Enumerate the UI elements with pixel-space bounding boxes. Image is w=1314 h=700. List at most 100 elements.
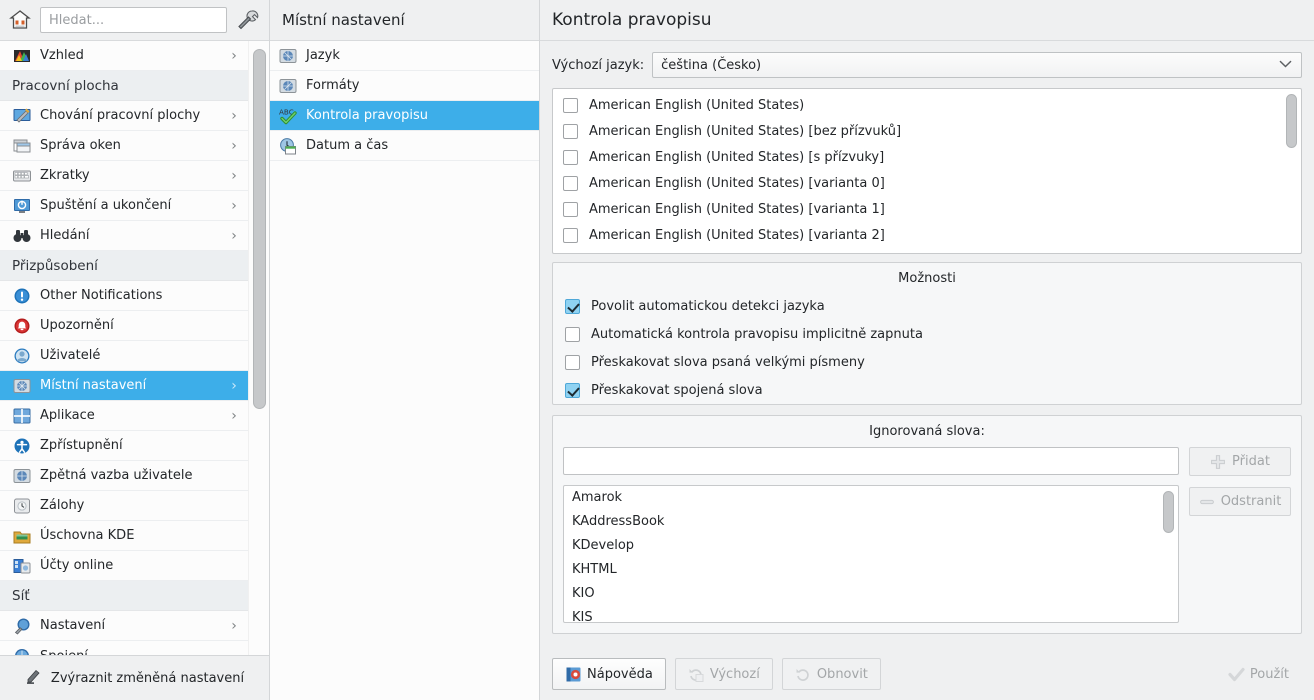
sidebar-item-mistni-nastaveni[interactable]: Místní nastavení › (0, 371, 249, 401)
ignored-word-item[interactable]: Amarok (564, 486, 1178, 510)
home-icon[interactable] (8, 8, 32, 32)
dictionary-checkbox[interactable] (563, 149, 578, 165)
option-row-skip-uppercase[interactable]: Přeskakovat slova psaná velkými písmeny (553, 348, 1301, 376)
sidebar-item-zalohy[interactable]: Zálohy (0, 491, 249, 521)
sidebar-item-spojeni[interactable]: Spojení (0, 641, 249, 655)
sidebar-item-label: Účty online (40, 558, 114, 573)
sidebar-item-chovani-pracovni-plochy[interactable]: Chování pracovní plochy › (0, 101, 249, 131)
sidebar-item-spusteni-a-ukonceni[interactable]: Spuštění a ukončení › (0, 191, 249, 221)
sidebar-scrollbar[interactable] (248, 41, 269, 655)
option-checkbox[interactable] (565, 354, 580, 370)
apply-label: Použít (1249, 666, 1289, 682)
help-icon (565, 666, 581, 682)
reset-label: Obnovit (816, 666, 868, 682)
formats-icon (278, 76, 298, 96)
sidebar-item-label: Other Notifications (40, 288, 163, 303)
reset-undo-icon (795, 666, 811, 682)
module-column: Místní nastavení Jazyk Formáty ABC Kontr… (270, 0, 540, 700)
ignored-word-input[interactable] (564, 448, 1178, 474)
sidebar-item-uzivatele[interactable]: Uživatelé (0, 341, 249, 371)
sidebar-item-aplikace[interactable]: Aplikace › (0, 401, 249, 431)
window-management-icon (12, 136, 32, 156)
dictionary-scrollbar-thumb[interactable] (1286, 94, 1297, 148)
dictionary-row[interactable]: American English (United States) (553, 92, 1301, 118)
sidebar-item-vzhled[interactable]: Vzhled › (0, 41, 249, 71)
sidebar-scrollbar-thumb[interactable] (253, 49, 266, 409)
sidebar-item-hledani[interactable]: Hledání › (0, 221, 249, 251)
add-word-button[interactable]: Přidat (1189, 447, 1291, 476)
sidebar-item-zpristupneni[interactable]: Zpřístupnění (0, 431, 249, 461)
dictionary-checkbox[interactable] (563, 254, 578, 255)
sidebar-item-ucty-online[interactable]: Účty online (0, 551, 249, 581)
dictionary-list[interactable]: American English (United States) America… (552, 88, 1302, 254)
dictionary-row[interactable]: American English (United States) [bez př… (553, 118, 1301, 144)
module-item-datum-a-cas[interactable]: Datum a čas (270, 131, 539, 161)
ignored-words-left: Amarok KAddressBook KDevelop KHTML KIO K… (563, 447, 1179, 623)
ignored-word-item[interactable]: KAddressBook (564, 510, 1178, 534)
sidebar-nav-list: Vzhled › Pracovní plocha Chování pracovn… (0, 41, 249, 655)
option-checkbox[interactable] (565, 326, 580, 342)
help-button[interactable]: Nápověda (552, 658, 666, 690)
dictionary-row[interactable]: American English (United States) [varian… (553, 170, 1301, 196)
sidebar-item-other-notifications[interactable]: Other Notifications (0, 281, 249, 311)
option-checkbox[interactable] (565, 382, 580, 398)
option-row-auto-detect[interactable]: Povolit automatickou detekci jazyka (553, 292, 1301, 320)
footer-button-bar: Nápověda Výchozí Obnovit Použít (540, 648, 1314, 700)
ignored-word-field[interactable] (563, 447, 1179, 475)
dictionary-checkbox[interactable] (563, 175, 578, 191)
ignored-words-scrollbar[interactable] (1160, 487, 1177, 621)
remove-word-button[interactable]: Odstranit (1189, 487, 1291, 516)
dictionary-checkbox[interactable] (563, 227, 578, 243)
startup-shutdown-icon (12, 196, 32, 216)
chevron-down-icon[interactable] (1279, 58, 1292, 73)
module-item-formaty[interactable]: Formáty (270, 71, 539, 101)
sidebar-item-label: Upozornění (40, 318, 114, 333)
option-checkbox[interactable] (565, 298, 580, 314)
default-language-row: Výchozí jazyk: čeština (Česko) (552, 51, 1302, 79)
ignored-word-item[interactable]: KIS (564, 606, 1178, 622)
ignored-words-scrollbar-thumb[interactable] (1163, 491, 1174, 533)
dictionary-checkbox[interactable] (563, 97, 578, 113)
highlight-changed-settings-bar[interactable]: Zvýraznit změněná nastavení (0, 655, 269, 700)
search-field[interactable] (40, 7, 227, 33)
option-row-skip-runtogether[interactable]: Přeskakovat spojená slova (553, 376, 1301, 404)
dictionary-row[interactable]: American English (United States) [varian… (553, 196, 1301, 222)
sidebar-item-label: Zálohy (40, 498, 85, 513)
wrench-icon[interactable] (235, 8, 261, 32)
applications-icon (12, 406, 32, 426)
module-item-kontrola-pravopisu[interactable]: ABC Kontrola pravopisu (270, 101, 539, 131)
chevron-right-icon: › (231, 197, 237, 214)
dictionary-row[interactable]: Australian English (Australia) (553, 248, 1301, 255)
reset-button[interactable]: Obnovit (781, 658, 881, 690)
defaults-button[interactable]: Výchozí (674, 658, 773, 690)
network-settings-icon (12, 616, 32, 636)
dictionary-checkbox[interactable] (563, 123, 578, 139)
search-binoculars-icon (12, 226, 32, 246)
sidebar-item-zpetna-vazba-uzivatele[interactable]: Zpětná vazba uživatele (0, 461, 249, 491)
ignored-words-list[interactable]: Amarok KAddressBook KDevelop KHTML KIO K… (563, 485, 1179, 623)
default-language-combobox[interactable]: čeština (Česko) (652, 52, 1302, 78)
module-item-label: Formáty (306, 78, 360, 93)
sidebar-item-upozorneni[interactable]: Upozornění (0, 311, 249, 341)
dictionary-scrollbar[interactable] (1283, 90, 1300, 252)
sidebar-item-zkratky[interactable]: Zkratky › (0, 161, 249, 191)
module-item-label: Jazyk (306, 48, 340, 63)
ignored-word-item[interactable]: KDevelop (564, 534, 1178, 558)
apply-button[interactable]: Použít (1215, 658, 1302, 690)
option-label: Přeskakovat slova psaná velkými písmeny (591, 354, 865, 370)
ignored-word-item[interactable]: KHTML (564, 558, 1178, 582)
dictionary-row[interactable]: American English (United States) [s příz… (553, 144, 1301, 170)
sidebar-item-nastaveni[interactable]: Nastavení › (0, 611, 249, 641)
dictionary-checkbox[interactable] (563, 201, 578, 217)
sidebar-item-sprava-oken[interactable]: Správa oken › (0, 131, 249, 161)
highlight-changed-settings-label: Zvýraznit změněná nastavení (50, 670, 245, 686)
dictionary-label: American English (United States) [s příz… (589, 149, 885, 165)
sidebar-item-label: Zkratky (40, 168, 90, 183)
dictionary-row[interactable]: American English (United States) [varian… (553, 222, 1301, 248)
ignored-word-item[interactable]: KIO (564, 582, 1178, 606)
sidebar-item-uschovna-kde[interactable]: Úschovna KDE (0, 521, 249, 551)
module-column-title: Místní nastavení (270, 0, 539, 41)
module-item-jazyk[interactable]: Jazyk (270, 41, 539, 71)
option-row-auto-spellcheck[interactable]: Automatická kontrola pravopisu implicitn… (553, 320, 1301, 348)
search-input[interactable] (49, 12, 218, 28)
